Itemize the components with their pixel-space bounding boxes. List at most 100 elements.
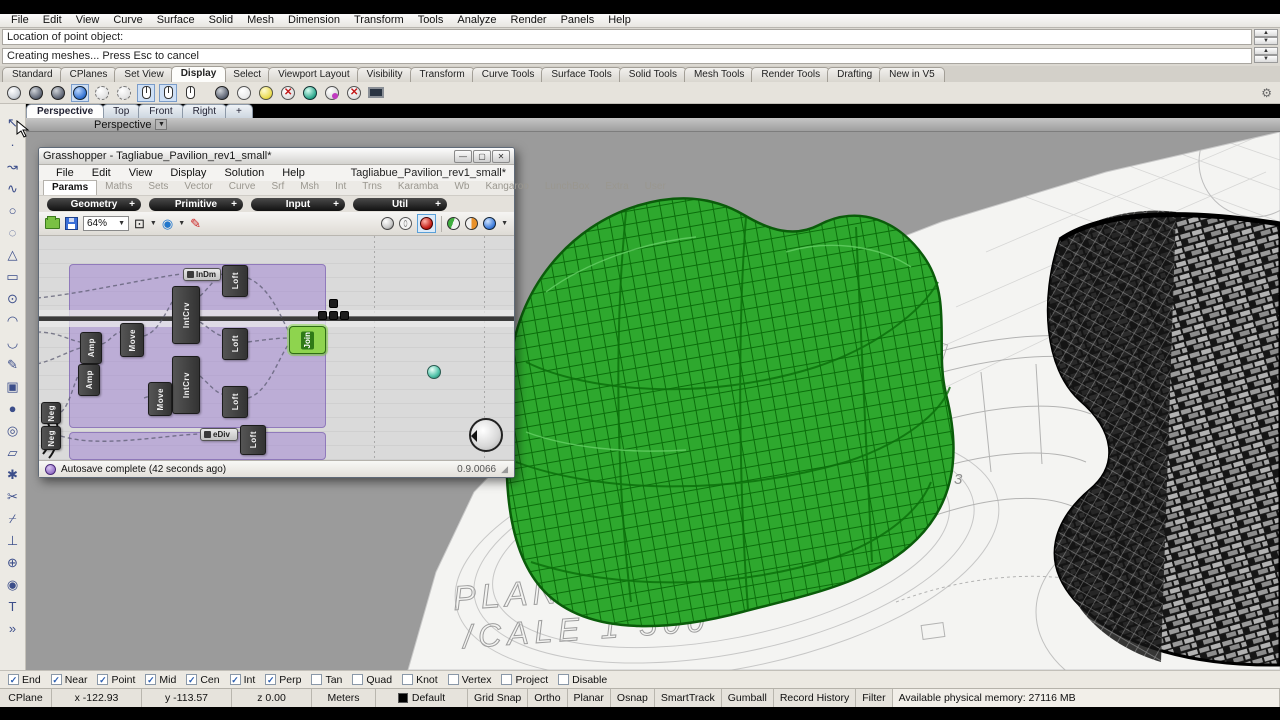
custom-preview-icon[interactable] xyxy=(483,217,496,230)
cylinder-icon[interactable]: ◎ xyxy=(3,420,23,441)
layer-cell[interactable]: Default xyxy=(376,689,468,707)
osnap-checkbox[interactable]: Cen xyxy=(186,674,219,686)
osnap-checkbox[interactable]: Int xyxy=(230,674,256,686)
osnap-checkbox[interactable]: End xyxy=(8,674,41,686)
technical-display-icon[interactable] xyxy=(213,84,231,102)
category-dropdown[interactable]: Util xyxy=(353,198,447,211)
gh-menu-item[interactable]: Edit xyxy=(83,167,120,180)
menu-item[interactable]: Help xyxy=(601,14,638,27)
command-status-line[interactable]: Creating meshes... Press Esc to cancel xyxy=(2,48,1252,64)
zoom-select[interactable]: 64% ▼ xyxy=(83,216,129,231)
toolbar-tab[interactable]: Drafting xyxy=(827,67,882,82)
gh-tab[interactable]: Wb xyxy=(446,180,477,195)
shaded-preview-icon[interactable] xyxy=(420,217,433,230)
menu-item[interactable]: Edit xyxy=(36,14,69,27)
gh-menu-item[interactable]: File xyxy=(47,167,83,180)
preview-eye-icon[interactable]: ◉ xyxy=(162,216,173,232)
category-dropdown[interactable]: Input xyxy=(251,198,345,211)
toolbar-tab[interactable]: Select xyxy=(223,67,271,82)
polyline-icon[interactable]: ↝ xyxy=(3,156,23,177)
artistic-display-icon[interactable] xyxy=(235,84,253,102)
toolbar-tab[interactable]: CPlanes xyxy=(60,67,118,82)
menu-item[interactable]: Dimension xyxy=(281,14,347,27)
gh-tab[interactable]: Msh xyxy=(292,180,327,195)
toolbar-tab[interactable]: Curve Tools xyxy=(472,67,545,82)
osnap-checkbox[interactable]: Tan xyxy=(311,674,342,686)
wireframe-display-icon[interactable] xyxy=(5,84,23,102)
status-toggle[interactable]: Ortho xyxy=(528,689,567,707)
grasshopper-window[interactable]: Grasshopper - Tagliabue_Pavilion_rev1_sm… xyxy=(38,147,515,478)
gh-tab[interactable]: Sets xyxy=(140,180,176,195)
gh-node[interactable]: Loft xyxy=(222,386,248,418)
units-cell[interactable]: Meters xyxy=(312,689,376,707)
viewport-tab[interactable]: Front xyxy=(138,104,183,118)
xray-display-icon[interactable] xyxy=(115,84,133,102)
osnap-checkbox[interactable]: Project xyxy=(501,674,548,686)
no-preview-icon[interactable] xyxy=(381,217,394,230)
osnap-checkbox[interactable]: Perp xyxy=(265,674,301,686)
fillet-icon[interactable]: ◉ xyxy=(3,574,23,595)
curve-icon[interactable]: ∿ xyxy=(3,178,23,199)
status-toggle[interactable]: Record History xyxy=(774,689,856,707)
toolbar-tab[interactable]: New in V5 xyxy=(879,67,945,82)
only-selected-preview-icon[interactable] xyxy=(447,217,460,230)
zoom-mouse-icon[interactable] xyxy=(181,84,199,102)
status-toggle[interactable]: Osnap xyxy=(611,689,655,707)
pen-display-icon[interactable] xyxy=(257,84,275,102)
osnap-checkbox[interactable]: Disable xyxy=(558,674,607,686)
flat-shade-icon[interactable] xyxy=(279,84,297,102)
viewport-tab[interactable]: Right xyxy=(182,104,227,118)
toolbar-tab[interactable]: Transform xyxy=(410,67,475,82)
gh-node[interactable]: Loft xyxy=(222,265,248,297)
gh-menu-item[interactable]: Solution xyxy=(215,167,273,180)
gh-node[interactable]: eDiv xyxy=(200,428,238,441)
canvas-nav-ball[interactable] xyxy=(469,418,503,452)
disable-shade-icon[interactable] xyxy=(345,84,363,102)
ghosted-display-icon[interactable] xyxy=(93,84,111,102)
menu-item[interactable]: Curve xyxy=(106,14,149,27)
status-toggle[interactable]: Grid Snap xyxy=(468,689,528,707)
gh-node[interactable]: InDm xyxy=(183,268,221,281)
osnap-checkbox[interactable]: Point xyxy=(97,674,135,686)
status-toggle[interactable]: Planar xyxy=(568,689,611,707)
wireframe-preview-icon[interactable] xyxy=(399,217,412,230)
toolbar-tab[interactable]: Mesh Tools xyxy=(684,67,754,82)
toolbar-tab[interactable]: Set View xyxy=(114,67,173,82)
shade-selected-icon[interactable] xyxy=(323,84,341,102)
box-icon[interactable]: ▣ xyxy=(3,376,23,397)
sphere-icon[interactable]: ● xyxy=(3,398,23,419)
osnap-checkbox[interactable]: Near xyxy=(51,674,88,686)
menu-item[interactable]: Solid xyxy=(202,14,240,27)
trim-icon[interactable]: ✂ xyxy=(3,486,23,507)
rendered-display-icon[interactable] xyxy=(49,84,67,102)
scroll-down-icon[interactable]: ▼ xyxy=(1254,37,1278,45)
viewport-menu-caret-icon[interactable]: ▼ xyxy=(155,119,167,130)
gh-node[interactable]: Amp xyxy=(80,332,102,364)
gh-tab[interactable]: Curve xyxy=(221,180,264,195)
gh-menu-item[interactable]: Display xyxy=(161,167,215,180)
gh-tab[interactable]: Int xyxy=(327,180,354,195)
toolbar-tab[interactable]: Display xyxy=(171,66,227,82)
gh-tab[interactable]: Trns xyxy=(354,180,390,195)
gh-tab[interactable]: Maths xyxy=(97,180,140,195)
osnap-checkbox[interactable]: Quad xyxy=(352,674,392,686)
gh-tab[interactable]: Vector xyxy=(176,180,220,195)
zoom-extents-icon[interactable]: ⊡ xyxy=(134,216,145,232)
split-icon[interactable]: ⌿ xyxy=(3,508,23,529)
grasshopper-canvas[interactable]: InDm Loft IntCrv Loft IntCrv Loft Move M… xyxy=(39,236,514,460)
more-tools-icon[interactable]: » xyxy=(3,618,23,639)
ellipse-icon[interactable]: ◌ xyxy=(3,222,23,243)
menu-item[interactable]: File xyxy=(4,14,36,27)
viewport-tab[interactable]: + xyxy=(225,104,253,118)
menu-item[interactable]: Render xyxy=(504,14,554,27)
render-globe-icon[interactable] xyxy=(301,84,319,102)
toolbar-tab[interactable]: Render Tools xyxy=(751,67,830,82)
join-icon[interactable]: ⊥ xyxy=(3,530,23,551)
save-file-icon[interactable] xyxy=(65,217,78,230)
gh-tab[interactable]: User xyxy=(637,180,674,195)
circle-icon[interactable]: ○ xyxy=(3,200,23,221)
menu-item[interactable]: Tools xyxy=(411,14,451,27)
gh-node[interactable]: Loft xyxy=(222,328,248,360)
menu-item[interactable]: Surface xyxy=(150,14,202,27)
sketch-pen-icon[interactable]: ✎ xyxy=(190,216,201,232)
